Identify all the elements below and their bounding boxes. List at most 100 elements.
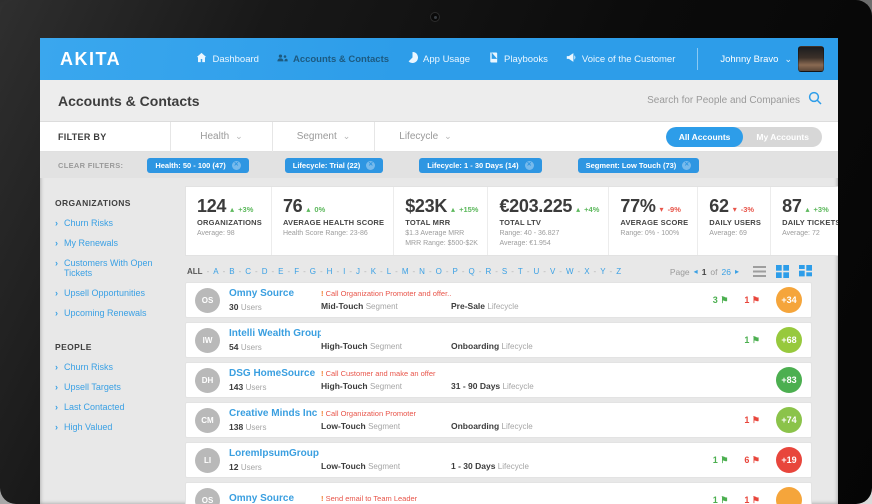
sidebar-item-upsell-targets[interactable]: › Upsell Targets <box>55 382 179 392</box>
next-page-icon[interactable]: ▸ <box>735 267 739 276</box>
alphabet-letter[interactable]: Z <box>616 267 621 276</box>
segment-filter-dropdown[interactable]: Segment ⌄ <box>272 121 374 152</box>
account-name-link[interactable]: LoremIpsumGroup <box>229 448 321 459</box>
close-icon[interactable]: ✕ <box>366 160 376 170</box>
compact-view-icon[interactable] <box>799 265 812 278</box>
account-row-intelli-wealth[interactable]: IW Intelli Wealth Group 54 Users High-To… <box>185 322 812 358</box>
filter-chip-lifecycle-days[interactable]: Lifecycle: 1 - 30 Days (14) ✕ <box>419 157 542 173</box>
alphabet-letter[interactable]: K <box>371 267 376 276</box>
sidebar-item-my-renewals[interactable]: › My Renewals <box>55 238 179 248</box>
account-name-link[interactable]: DSG HomeSource <box>229 368 321 379</box>
stat-organizations: 124 +3% ORGANIZATIONS Average: 98 <box>186 187 271 255</box>
list-view-icon[interactable] <box>753 265 766 278</box>
nav-playbooks[interactable]: Playbooks <box>488 52 548 66</box>
lifecycle-value: Pre-Sale <box>451 301 486 311</box>
alphabet-letter[interactable]: L <box>387 267 391 276</box>
nav-accounts-contacts[interactable]: Accounts & Contacts <box>277 52 389 66</box>
user-menu[interactable]: Johnny Bravo ⌄ <box>720 46 824 72</box>
stat-average-score: 77% -9% AVERAGE SCORE Range: 0% - 100% <box>608 187 697 255</box>
account-name-link[interactable]: Omny Source <box>229 288 321 299</box>
alphabet-letter[interactable]: D <box>262 267 268 276</box>
score-badge: +74 <box>776 407 802 433</box>
close-icon[interactable]: ✕ <box>524 160 534 170</box>
account-row-dsg-homesource[interactable]: DH DSG HomeSource 143 Users Call Custome… <box>185 362 812 398</box>
nav-dashboard[interactable]: Dashboard <box>196 52 259 66</box>
alert-text: Call Organization Promoter and offer... <box>321 289 451 298</box>
sidebar-item-org-churn-risks[interactable]: › Churn Risks <box>55 218 179 228</box>
alphabet-letter[interactable]: E <box>278 267 283 276</box>
chevron-right-icon: › <box>55 288 58 298</box>
sidebar-item-label: High Valued <box>64 422 113 432</box>
alphabet-all[interactable]: ALL <box>187 267 203 276</box>
alphabet-letter[interactable]: F <box>294 267 299 276</box>
alphabet-letter[interactable]: A <box>213 267 218 276</box>
avatar: CM <box>195 407 220 433</box>
close-icon[interactable]: ✕ <box>231 160 241 170</box>
chevron-right-icon: › <box>55 362 58 372</box>
trend-up-icon <box>306 199 310 217</box>
alphabet-letter[interactable]: T <box>518 267 523 276</box>
alphabet-letter[interactable]: X <box>584 267 589 276</box>
sidebar-item-high-valued[interactable]: › High Valued <box>55 422 179 432</box>
prev-page-icon[interactable]: ◂ <box>694 267 698 276</box>
alphabet-letter[interactable]: I <box>343 267 345 276</box>
nav-label: Voice of the Customer <box>581 53 676 65</box>
alphabet-letter[interactable]: B <box>229 267 234 276</box>
nav-voice-of-customer[interactable]: Voice of the Customer <box>566 52 675 66</box>
close-icon[interactable]: ✕ <box>682 160 692 170</box>
search-input[interactable] <box>610 95 800 106</box>
account-name-link[interactable]: Intelli Wealth Group <box>229 328 321 339</box>
total-pages[interactable]: 26 <box>722 267 731 277</box>
users-label: Users <box>240 303 262 312</box>
alphabet-letter[interactable]: U <box>533 267 539 276</box>
my-accounts-toggle[interactable]: My Accounts <box>743 127 822 147</box>
search-icon[interactable] <box>808 91 822 110</box>
alphabet-letter[interactable]: H <box>327 267 333 276</box>
users-count: 12 <box>229 462 239 472</box>
alphabet-letter[interactable]: W <box>566 267 574 276</box>
alphabet-separator: - <box>364 267 367 276</box>
lifecycle-label: Lifecycle <box>502 382 534 391</box>
all-accounts-toggle[interactable]: All Accounts <box>665 126 744 147</box>
alphabet-letter[interactable]: Q <box>469 267 475 276</box>
accounts-list: OS Omny Source 30 Users Call Organizatio… <box>185 282 812 504</box>
account-row-creative-minds[interactable]: CM Creative Minds Inc 138 Users Call Org… <box>185 402 812 438</box>
alphabet-letter[interactable]: R <box>485 267 491 276</box>
account-row-omny-source-2[interactable]: OS Omny Source Send email to Team Leader… <box>185 482 812 504</box>
filter-chip-segment[interactable]: Segment: Low Touch (73) ✕ <box>577 157 700 173</box>
alphabet-separator: - <box>445 267 449 276</box>
chip-label: Lifecycle: Trial (22) <box>292 160 361 170</box>
alphabet-letter[interactable]: P <box>453 267 458 276</box>
sidebar-item-last-contacted[interactable]: › Last Contacted <box>55 402 179 412</box>
sidebar-item-upsell-opportunities[interactable]: › Upsell Opportunities <box>55 288 179 298</box>
alphabet-letter[interactable]: M <box>402 267 409 276</box>
stat-label: TOTAL LTV <box>499 218 542 227</box>
app-screen: AKITA Dashboard Accounts & Contacts App … <box>40 38 838 504</box>
alphabet-letter[interactable]: S <box>502 267 507 276</box>
alphabet-letter[interactable]: J <box>356 267 360 276</box>
account-name-link[interactable]: Creative Minds Inc <box>229 408 321 419</box>
stat-sub: Health Score Range: 23-86 <box>282 230 368 237</box>
account-row-omny-source[interactable]: OS Omny Source 30 Users Call Organizatio… <box>185 282 812 318</box>
stat-label: TOTAL MRR <box>405 218 451 227</box>
sidebar-item-customers-open-tickets[interactable]: › Customers With Open Tickets <box>55 258 179 278</box>
stat-total-ltv: €203.225 +4% TOTAL LTV Range: 40 - 36.827… <box>487 187 608 255</box>
alphabet-letter[interactable]: V <box>550 267 555 276</box>
account-name-link[interactable]: Omny Source <box>229 493 321 504</box>
grid-view-icon[interactable] <box>776 265 789 278</box>
alphabet-letter[interactable]: O <box>436 267 442 276</box>
lifecycle-filter-dropdown[interactable]: Lifecycle ⌄ <box>374 121 476 152</box>
alphabet-letter[interactable]: C <box>245 267 251 276</box>
alphabet-letter[interactable]: G <box>310 267 316 276</box>
filter-chip-health[interactable]: Health: 50 - 100 (47) ✕ <box>147 157 249 173</box>
stat-label: DAILY TICKETS <box>782 218 838 227</box>
sidebar-item-upcoming-renewals[interactable]: › Upcoming Renewals <box>55 308 179 318</box>
account-row-loremipsumgroup[interactable]: LI LoremIpsumGroup 12 Users Low-Touch Se… <box>185 442 812 478</box>
alphabet-letter[interactable]: Y <box>600 267 605 276</box>
sidebar-item-people-churn-risks[interactable]: › Churn Risks <box>55 362 179 372</box>
lifecycle-value: 1 - 30 Days <box>451 461 496 471</box>
health-filter-dropdown[interactable]: Health ⌄ <box>170 121 272 152</box>
filter-chip-lifecycle-trial[interactable]: Lifecycle: Trial (22) ✕ <box>284 157 384 173</box>
alphabet-letter[interactable]: N <box>419 267 425 276</box>
nav-app-usage[interactable]: App Usage <box>407 51 470 66</box>
